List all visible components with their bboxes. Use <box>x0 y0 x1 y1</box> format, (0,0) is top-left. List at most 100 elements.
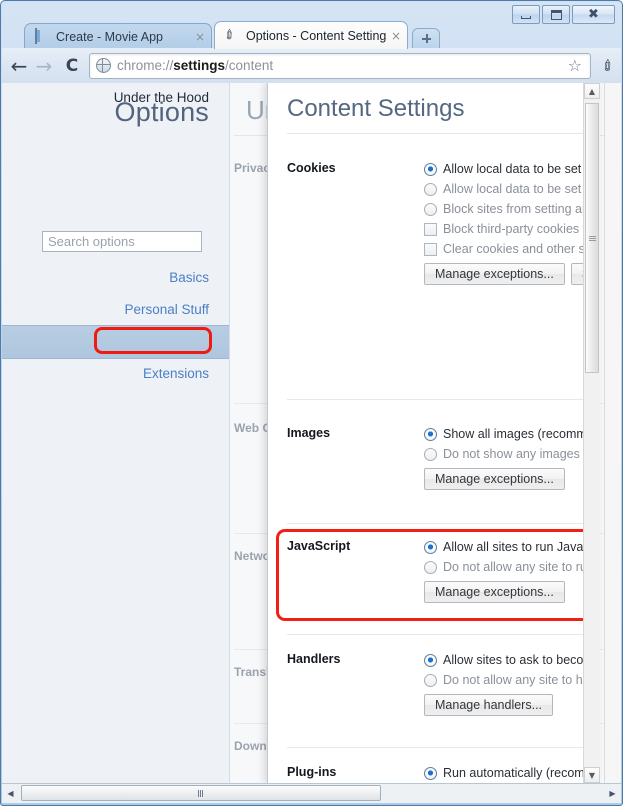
grip-icon <box>198 789 204 797</box>
options-sidebar: Options Search options Basics Personal S… <box>2 83 230 783</box>
checkbox[interactable] <box>424 242 437 256</box>
section-label: Images <box>287 426 331 440</box>
back-button[interactable]: ← <box>2 52 30 80</box>
radio-button[interactable] <box>424 766 437 780</box>
tab-label: Options - Content Settings <box>246 28 387 43</box>
section-buttons: Manage exceptions...Show cookies and oth… <box>424 259 600 285</box>
search-input[interactable]: Search options <box>42 231 202 252</box>
browser-toolbar: ← → C chrome://settings/content ☆ ✐ <box>2 48 621 84</box>
horizontal-scroll-track[interactable] <box>19 785 604 802</box>
scroll-up-button[interactable]: ▲ <box>584 83 600 99</box>
checkbox[interactable] <box>424 222 437 236</box>
horizontal-scrollbar[interactable]: ◀ ▶ <box>2 783 621 803</box>
wrench-icon: ✐ <box>597 54 619 77</box>
option-label: Block third-party cookies from being set <box>443 222 600 236</box>
forward-button[interactable]: → <box>30 52 58 80</box>
section-label: Plug-ins <box>287 765 337 779</box>
section-label: JavaScript <box>287 539 351 553</box>
restore-icon <box>550 9 562 20</box>
section-divider <box>287 747 597 748</box>
tab-close-icon[interactable]: × <box>195 30 205 44</box>
option-label: Block sites from setting any data <box>443 202 600 216</box>
tab-create-movie-app[interactable]: Create - Movie App × <box>24 23 212 49</box>
section-buttons: Manage exceptions... <box>424 464 600 490</box>
section-label: Handlers <box>287 652 341 666</box>
sidebar-item-basics[interactable]: Basics <box>169 270 209 285</box>
radio-option[interactable]: Allow all sites to run JavaScript (recom… <box>424 537 600 557</box>
page-icon <box>35 28 50 44</box>
radio-option[interactable]: Do not allow any site to handle protocol… <box>424 670 600 690</box>
address-bar[interactable]: chrome://settings/content ☆ <box>89 52 591 79</box>
reload-button[interactable]: C <box>58 52 86 80</box>
dialog-scrollbar[interactable]: ▲ ▼ <box>583 83 600 783</box>
manage-exceptions-button[interactable]: Manage exceptions... <box>424 581 565 603</box>
tab-close-icon[interactable]: × <box>391 29 401 43</box>
manage-exceptions-button[interactable]: Manage exceptions... <box>424 468 565 490</box>
section-buttons: Manage exceptions... <box>424 577 600 603</box>
radio-button[interactable] <box>424 162 437 176</box>
close-button[interactable]: ✖ <box>572 5 615 24</box>
radio-option[interactable]: Allow local data to be set (recommended) <box>424 159 600 179</box>
sidebar-item-under-the-hood[interactable]: Under the Hood <box>114 90 209 105</box>
section-buttons: Manage handlers... <box>424 690 600 716</box>
radio-button[interactable] <box>424 202 437 216</box>
option-label: Allow all sites to run JavaScript (recom… <box>443 540 600 554</box>
content-settings-dialog: Content Settings Cookies Allow local data… <box>267 83 600 783</box>
radio-option[interactable]: Show all images (recommended) <box>424 424 600 444</box>
sidebar-item-personal-stuff[interactable]: Personal Stuff <box>124 302 209 317</box>
back-arrow-icon: ← <box>10 53 28 78</box>
radio-option[interactable]: Block sites from setting any data <box>424 199 600 219</box>
new-tab-button[interactable] <box>412 28 440 49</box>
reload-icon: C <box>65 55 79 76</box>
section-options: Allow all sites to run JavaScript (recom… <box>424 537 600 603</box>
option-label: Allow local data to be set for the curre… <box>443 182 600 196</box>
grip-icon <box>588 235 596 241</box>
section-label: Cookies <box>287 161 336 175</box>
section-options: Allow local data to be set (recommended)… <box>424 159 600 285</box>
section-options: Show all images (recommended) Do not show… <box>424 424 600 490</box>
chrome-menu-button[interactable]: ✐ <box>595 52 621 80</box>
tab-label: Create - Movie App <box>56 29 163 44</box>
wrench-icon: ✐ <box>221 26 240 45</box>
radio-button[interactable] <box>424 182 437 196</box>
dialog-scrollbar-thumb[interactable] <box>585 103 599 373</box>
sidebar-item-extensions[interactable]: Extensions <box>143 366 209 381</box>
manage-exceptions-button[interactable]: Manage exceptions... <box>424 263 565 285</box>
sidebar-item-under-the-hood-highlight[interactable] <box>2 325 229 359</box>
checkbox-option[interactable]: Clear cookies and other site data when I… <box>424 239 600 259</box>
radio-option[interactable]: Run automatically (recommended) <box>424 763 600 783</box>
radio-button[interactable] <box>424 447 437 461</box>
restore-button[interactable] <box>542 5 570 24</box>
option-label: Do not show any images <box>443 447 580 461</box>
radio-button[interactable] <box>424 560 437 574</box>
scroll-right-button[interactable]: ▶ <box>604 785 621 802</box>
globe-icon <box>96 58 111 73</box>
radio-button[interactable] <box>424 427 437 441</box>
section-divider <box>287 399 597 400</box>
option-label: Allow local data to be set (recommended) <box>443 162 600 176</box>
close-icon: ✖ <box>588 7 599 22</box>
option-label: Do not allow any site to run JavaScript <box>443 560 600 574</box>
scroll-left-button[interactable]: ◀ <box>2 785 19 802</box>
radio-option[interactable]: Allow sites to ask to become default han… <box>424 650 600 670</box>
bookmark-star-icon[interactable]: ☆ <box>568 56 582 75</box>
option-label: Clear cookies and other site data when I… <box>443 242 600 256</box>
search-placeholder: Search options <box>48 234 135 249</box>
forward-arrow-icon: → <box>35 53 53 78</box>
radio-option[interactable]: Do not allow any site to run JavaScript <box>424 557 600 577</box>
tab-options-content-settings[interactable]: ✐ Options - Content Settings × <box>214 21 408 49</box>
scroll-down-button[interactable]: ▼ <box>584 767 600 783</box>
radio-option[interactable]: Allow local data to be set for the curre… <box>424 179 600 199</box>
page-scrollbar[interactable] <box>604 83 621 783</box>
browser-window: ✖ Create - Movie App × ✐ Options - Conte… <box>0 0 623 806</box>
radio-button[interactable] <box>424 673 437 687</box>
section-options: Run automatically (recommended)Block all… <box>424 763 600 783</box>
dialog-title-divider <box>287 133 597 134</box>
manage-handlers-button[interactable]: Manage handlers... <box>424 694 554 716</box>
radio-option[interactable]: Do not show any images <box>424 444 600 464</box>
minimize-button[interactable] <box>512 5 540 24</box>
radio-button[interactable] <box>424 653 437 667</box>
radio-button[interactable] <box>424 540 437 554</box>
horizontal-scrollbar-thumb[interactable] <box>21 785 381 801</box>
checkbox-option[interactable]: Block third-party cookies from being set <box>424 219 600 239</box>
